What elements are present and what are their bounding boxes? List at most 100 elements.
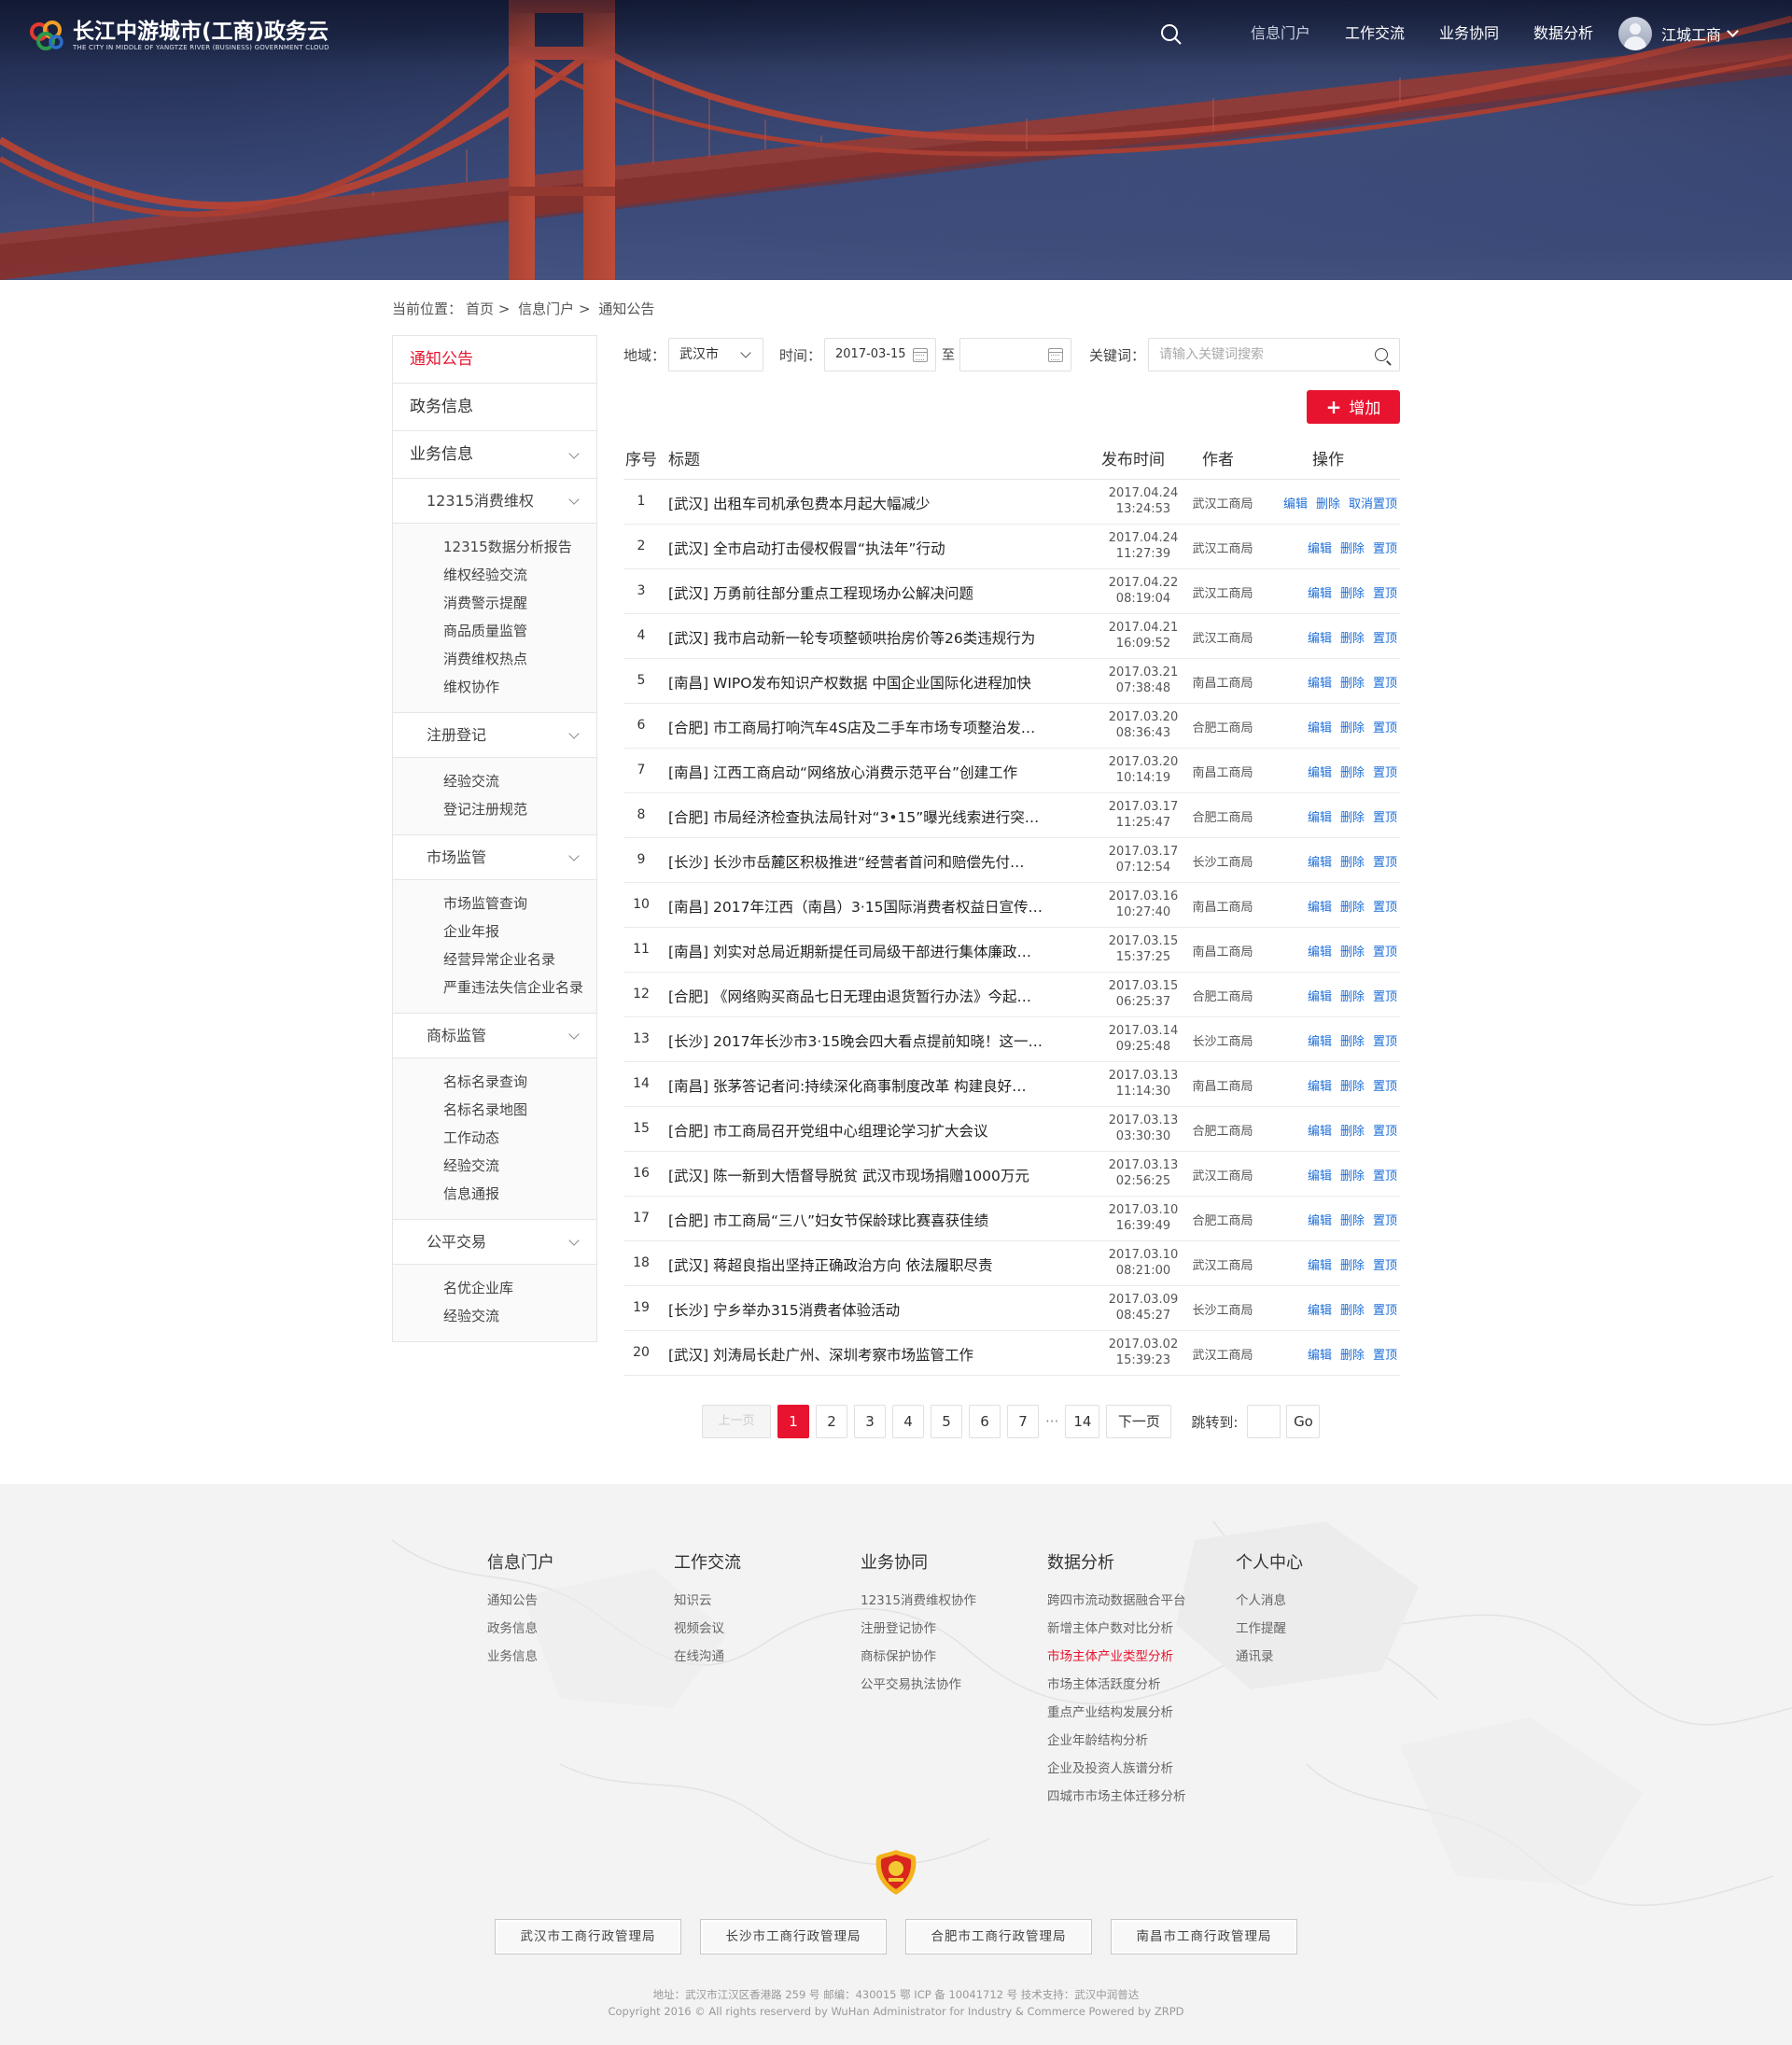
row-op-edit-link[interactable]: 编辑	[1283, 497, 1308, 511]
sidebar-group-fair-trade[interactable]: 公平交易	[393, 1220, 596, 1265]
search-icon[interactable]	[1375, 348, 1388, 361]
row-title-link[interactable]: [南昌] 2017年江西（南昌）3·15国际消费者权益日宣传…	[668, 896, 1051, 917]
row-op-edit-link[interactable]: 编辑	[1308, 1214, 1332, 1228]
row-op-delete-link[interactable]: 删除	[1340, 1125, 1365, 1139]
row-op-pin-link[interactable]: 置顶	[1373, 1170, 1397, 1184]
row-op-delete-link[interactable]: 删除	[1340, 1304, 1365, 1318]
sidebar-leaf[interactable]: 信息通报	[393, 1180, 596, 1208]
page-button[interactable]: 7	[1007, 1405, 1039, 1438]
footer-link[interactable]: 四城市市场主体迁移分析	[1047, 1783, 1186, 1811]
sidebar-group-registration[interactable]: 注册登记	[393, 713, 596, 758]
footer-link[interactable]: 商标保护协作	[861, 1643, 976, 1671]
sidebar-group-trademark[interactable]: 商标监管	[393, 1014, 596, 1058]
row-op-edit-link[interactable]: 编辑	[1308, 1304, 1332, 1318]
row-op-pin-link[interactable]: 置顶	[1373, 990, 1397, 1004]
row-op-edit-link[interactable]: 编辑	[1308, 677, 1332, 691]
row-op-edit-link[interactable]: 编辑	[1308, 1259, 1332, 1273]
footer-link[interactable]: 企业及投资人族谱分析	[1047, 1755, 1186, 1783]
footer-link[interactable]: 业务信息	[487, 1643, 554, 1671]
row-title-link[interactable]: [武汉] 陈一新到大悟督导脱贫 武汉市现场捐赠1000万元	[668, 1165, 1051, 1185]
sidebar-leaf[interactable]: 名标名录查询	[393, 1068, 596, 1096]
row-op-delete-link[interactable]: 删除	[1340, 677, 1365, 691]
date-from-input[interactable]: 2017-03-15	[824, 338, 936, 371]
jump-page-input[interactable]	[1247, 1405, 1281, 1438]
sidebar-leaf[interactable]: 维权经验交流	[393, 561, 596, 589]
footer-link[interactable]: 工作提醒	[1236, 1615, 1303, 1643]
row-op-edit-link[interactable]: 编辑	[1308, 1035, 1332, 1049]
row-op-edit-link[interactable]: 编辑	[1308, 1349, 1332, 1363]
row-title-link[interactable]: [合肥] 市工商局召开党组中心组理论学习扩大会议	[668, 1120, 1051, 1141]
page-button-last[interactable]: 14	[1065, 1405, 1100, 1438]
row-op-delete-link[interactable]: 删除	[1340, 1349, 1365, 1363]
sidebar-leaf[interactable]: 登记注册规范	[393, 795, 596, 823]
row-op-edit-link[interactable]: 编辑	[1308, 632, 1332, 646]
org-link-changsha[interactable]: 长沙市工商行政管理局	[700, 1919, 887, 1954]
page-button[interactable]: 5	[931, 1405, 962, 1438]
go-button[interactable]: Go	[1286, 1405, 1321, 1438]
footer-link[interactable]: 个人消息	[1236, 1587, 1303, 1615]
footer-link[interactable]: 在线沟通	[674, 1643, 741, 1671]
row-op-edit-link[interactable]: 编辑	[1308, 856, 1332, 870]
row-op-pin-link[interactable]: 置顶	[1373, 1349, 1397, 1363]
row-op-pin-link[interactable]: 置顶	[1373, 542, 1397, 556]
row-op-pin-link[interactable]: 置顶	[1373, 677, 1397, 691]
row-op-pin-link[interactable]: 置顶	[1373, 766, 1397, 780]
sidebar-leaf[interactable]: 维权协作	[393, 673, 596, 701]
row-op-delete-link[interactable]: 删除	[1340, 990, 1365, 1004]
row-op-edit-link[interactable]: 编辑	[1308, 721, 1332, 735]
row-op-pin-link[interactable]: 置顶	[1373, 1125, 1397, 1139]
sidebar-leaf[interactable]: 经验交流	[393, 767, 596, 795]
row-op-edit-link[interactable]: 编辑	[1308, 811, 1332, 825]
nav-info-portal[interactable]: 信息门户	[1251, 22, 1310, 45]
footer-link[interactable]: 市场主体活跃度分析	[1047, 1671, 1186, 1699]
row-title-link[interactable]: [长沙] 2017年长沙市3·15晚会四大看点提前知晓！这一…	[668, 1030, 1051, 1051]
breadcrumb-info-portal[interactable]: 信息门户	[518, 301, 574, 317]
keyword-search-input[interactable]: 请输入关键词搜索	[1148, 338, 1400, 371]
sidebar-leaf[interactable]: 名优企业库	[393, 1274, 596, 1302]
row-op-delete-link[interactable]: 删除	[1340, 1035, 1365, 1049]
row-title-link[interactable]: [武汉] 出租车司机承包费本月起大幅减少	[668, 493, 1051, 513]
sidebar-leaf[interactable]: 消费维权热点	[393, 645, 596, 673]
row-title-link[interactable]: [南昌] 张茅答记者问:持续深化商事制度改革 构建良好…	[668, 1075, 1051, 1096]
page-button[interactable]: 2	[816, 1405, 847, 1438]
row-op-edit-link[interactable]: 编辑	[1308, 901, 1332, 915]
row-op-pin-link[interactable]: 置顶	[1373, 587, 1397, 601]
sidebar-group-market[interactable]: 市场监管	[393, 835, 596, 880]
region-select[interactable]: 武汉市	[668, 338, 763, 371]
row-op-pin-link[interactable]: 置顶	[1373, 856, 1397, 870]
sidebar-leaf[interactable]: 经验交流	[393, 1152, 596, 1180]
org-link-nanchang[interactable]: 南昌市工商行政管理局	[1111, 1919, 1297, 1954]
row-title-link[interactable]: [武汉] 我市启动新一轮专项整顿哄抬房价等26类违规行为	[668, 627, 1051, 648]
row-title-link[interactable]: [南昌] WIPO发布知识产权数据 中国企业国际化进程加快	[668, 672, 1051, 693]
row-op-pin-link[interactable]: 置顶	[1373, 901, 1397, 915]
footer-link[interactable]: 视频会议	[674, 1615, 741, 1643]
sidebar-leaf[interactable]: 商品质量监管	[393, 617, 596, 645]
row-title-link[interactable]: [南昌] 刘实对总局近期新提任司局级干部进行集体廉政…	[668, 941, 1051, 961]
nav-business-collab[interactable]: 业务协同	[1439, 22, 1499, 45]
row-op-delete-link[interactable]: 删除	[1316, 497, 1340, 511]
footer-link[interactable]: 公平交易执法协作	[861, 1671, 976, 1699]
site-logo[interactable]: 长江中游城市(工商)政务云 THE CITY IN MIDDLE OF YANG…	[26, 17, 329, 54]
row-op-pin-link[interactable]: 置顶	[1373, 1214, 1397, 1228]
row-op-delete-link[interactable]: 删除	[1340, 766, 1365, 780]
row-op-delete-link[interactable]: 删除	[1340, 1170, 1365, 1184]
row-op-delete-link[interactable]: 删除	[1340, 1080, 1365, 1094]
sidebar-group-12315[interactable]: 12315消费维权	[393, 479, 596, 524]
row-op-delete-link[interactable]: 删除	[1340, 811, 1365, 825]
row-op-delete-link[interactable]: 删除	[1340, 901, 1365, 915]
row-op-delete-link[interactable]: 删除	[1340, 542, 1365, 556]
row-op-delete-link[interactable]: 删除	[1340, 587, 1365, 601]
sidebar-leaf[interactable]: 市场监管查询	[393, 889, 596, 917]
footer-link[interactable]: 注册登记协作	[861, 1615, 976, 1643]
row-op-pin-link[interactable]: 置顶	[1373, 632, 1397, 646]
add-button[interactable]: + 增加	[1307, 390, 1400, 424]
row-op-edit-link[interactable]: 编辑	[1308, 542, 1332, 556]
row-op-delete-link[interactable]: 删除	[1340, 945, 1365, 959]
row-title-link[interactable]: [合肥] 市工商局打响汽车4S店及二手车市场专项整治发…	[668, 717, 1051, 737]
row-op-pin-link[interactable]: 置顶	[1373, 1035, 1397, 1049]
org-link-wuhan[interactable]: 武汉市工商行政管理局	[495, 1919, 681, 1954]
row-title-link[interactable]: [合肥] 市局经济检查执法局针对“3•15”曝光线索进行突…	[668, 806, 1051, 827]
page-button[interactable]: 1	[777, 1405, 809, 1438]
sidebar-leaf[interactable]: 工作动态	[393, 1124, 596, 1152]
prev-page-button[interactable]: 上一页	[702, 1405, 771, 1438]
